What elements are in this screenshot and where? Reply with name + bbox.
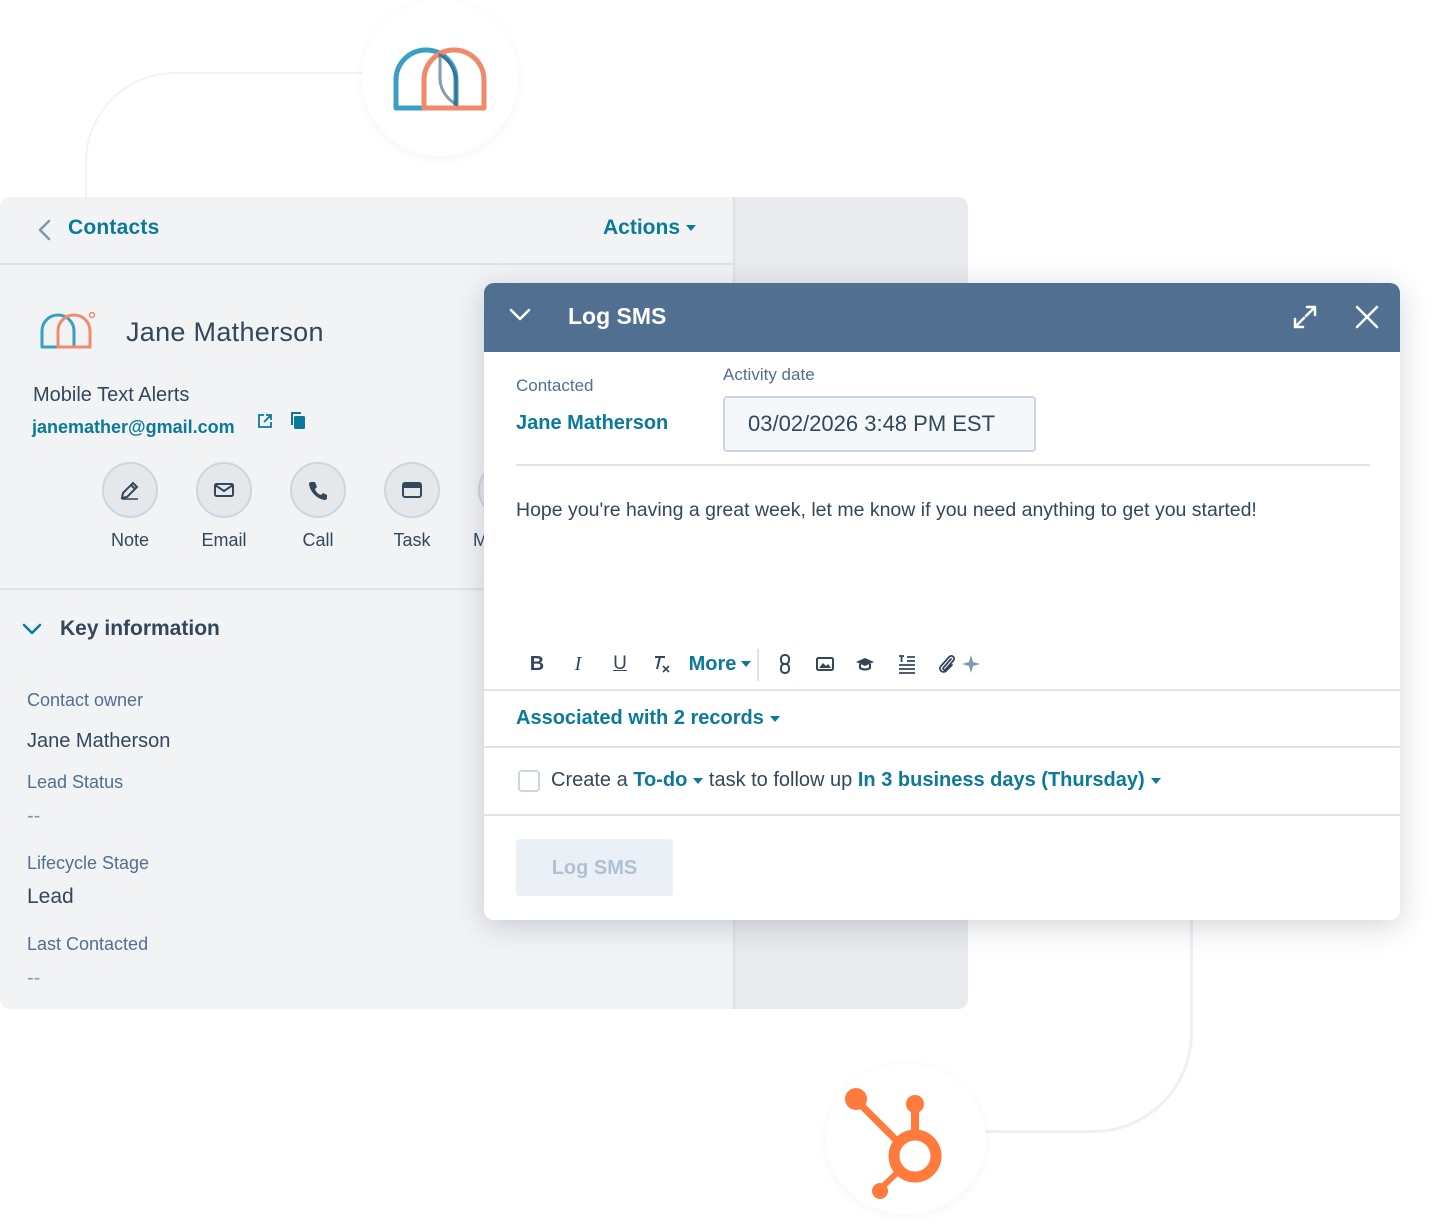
task-action-button[interactable]: Task [382,462,442,551]
lead-status-label: Lead Status [27,772,124,792]
email-action-label: Email [201,530,247,550]
chevron-down-icon[interactable] [22,622,42,641]
log-sms-title: Log SMS [568,303,667,329]
contact-owner-label: Contact owner [27,690,144,710]
task-type-dropdown[interactable]: To-do [633,769,704,791]
image-icon[interactable] [814,649,836,679]
actions-dropdown[interactable]: Actions [603,216,697,240]
caret-down-icon [769,715,780,722]
associated-records-dropdown[interactable]: Associated with 2 records [516,707,780,730]
call-action-circle[interactable] [290,462,346,518]
log-sms-dialog: Log SMS Contacted Jane Matherson Activit… [484,283,1400,920]
note-action-circle[interactable] [102,462,158,518]
task-middle-text: task to follow up [708,769,853,791]
last-contacted-value: -- [27,967,41,989]
hubspot-logo [826,1064,986,1214]
mobile-text-alerts-logo-icon [393,47,487,111]
activity-date-label: Activity date [723,365,815,384]
close-icon[interactable] [1354,304,1380,335]
contact-company: Mobile Text Alerts [33,384,190,406]
task-action-label: Task [393,530,431,550]
task-action-circle[interactable] [384,462,440,518]
caret-down-icon [741,661,752,667]
hubspot-sprocket-icon [845,1088,942,1199]
note-action-label: Note [110,530,150,550]
contact-header-bar: Contacts Actions [0,197,733,265]
task-due-label: In 3 business days (Thursday) [857,769,1145,791]
key-information-heading[interactable]: Key information [60,617,220,641]
email-action-button[interactable]: Email [194,462,254,551]
caret-down-icon [1150,777,1161,784]
avatar [38,309,98,356]
copy-icon[interactable] [289,411,307,436]
lifecycle-stage-label: Lifecycle Stage [27,853,150,873]
sparkle-icon[interactable] [960,649,982,679]
note-action-button[interactable]: Note [100,462,160,551]
collapse-chevron-icon[interactable] [509,307,531,328]
last-contacted-label: Last Contacted [27,934,149,954]
toolbar-divider [757,649,759,681]
task-due-dropdown[interactable]: In 3 business days (Thursday) [858,769,1161,791]
italic-button[interactable]: I [570,649,586,679]
snippet-icon[interactable] [896,649,918,679]
expand-icon[interactable] [1292,304,1318,335]
mobile-text-alerts-logo [362,0,518,156]
task-icon [402,482,422,498]
clear-format-icon[interactable] [652,649,672,679]
follow-up-task-line: Create a To-do task to follow up In 3 bu… [551,769,1161,792]
actions-label: Actions [603,216,681,239]
divider [484,814,1400,816]
caret-down-icon [686,225,697,232]
call-action-label: Call [302,530,334,550]
log-sms-submit-button[interactable]: Log SMS [516,839,673,896]
link-icon[interactable] [775,649,795,679]
more-dropdown[interactable]: More [685,649,755,679]
lifecycle-stage-value[interactable]: Lead [27,885,74,909]
envelope-icon [214,483,234,497]
contact-owner-value[interactable]: Jane Matherson [27,730,170,753]
external-link-icon[interactable] [256,412,274,435]
company-logo-icon [40,311,96,349]
contacted-label: Contacted [516,376,594,395]
contact-email-link[interactable]: janemather@gmail.com [32,417,235,438]
knowledge-icon[interactable] [854,649,876,679]
divider [484,689,1400,691]
underline-button[interactable]: U [612,649,628,679]
sms-body-editor[interactable]: Hope you're having a great week, let me … [516,497,1376,523]
contacts-back-link[interactable]: Contacts [68,216,159,240]
phone-icon [309,482,327,500]
contact-name: Jane Matherson [126,317,324,347]
log-sms-header: Log SMS [484,283,1400,352]
task-type-label: To-do [633,769,688,791]
associated-records-label: Associated with 2 records [516,707,764,729]
task-prefix-text: Create a [551,769,628,791]
attachment-icon[interactable] [936,649,958,679]
call-action-button[interactable]: Call [288,462,348,551]
create-task-checkbox[interactable] [518,770,540,792]
chevron-left-icon[interactable] [36,219,52,246]
lead-status-value[interactable]: -- [27,805,40,828]
email-action-circle[interactable] [196,462,252,518]
more-label: More [688,652,737,675]
divider [484,746,1400,748]
bold-button[interactable]: B [528,649,546,679]
contacted-contact-link[interactable]: Jane Matherson [516,412,668,435]
caret-down-icon [693,777,704,784]
divider [516,464,1370,466]
activity-date-input[interactable]: 03/02/2026 3:48 PM EST [723,396,1036,452]
edit-icon [120,481,139,500]
